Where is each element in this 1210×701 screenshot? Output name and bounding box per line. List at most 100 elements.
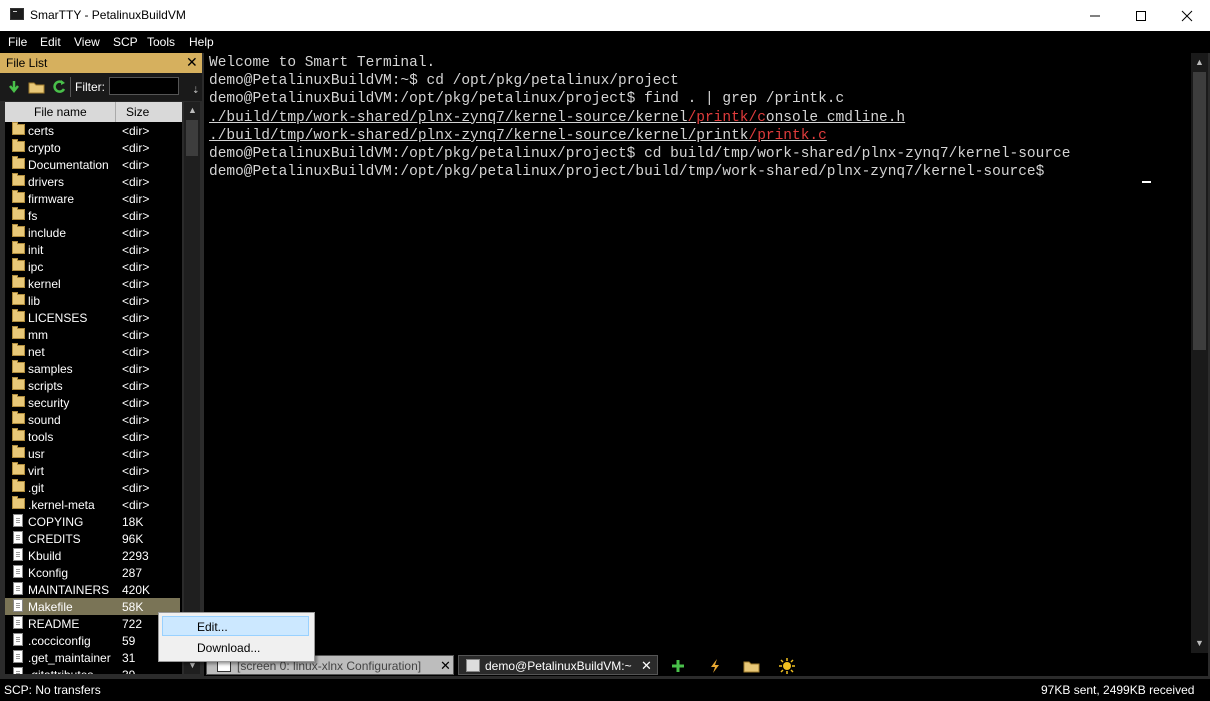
file-list-header: File List ✕ [0, 53, 202, 73]
menu-scp[interactable]: SCP [113, 35, 138, 49]
menu-edit[interactable]: Edit [40, 35, 61, 49]
tab-close-icon[interactable]: ✕ [641, 658, 652, 674]
scroll-down-icon[interactable]: ▼ [1195, 638, 1204, 648]
file-size: <dir> [122, 396, 150, 410]
context-menu-edit[interactable]: Edit... [162, 616, 309, 636]
file-list-row[interactable]: LICENSES <dir> [5, 309, 180, 326]
file-list-row[interactable]: crypto <dir> [5, 139, 180, 156]
scroll-up-icon[interactable]: ▲ [1195, 57, 1204, 67]
file-name: samples [28, 362, 73, 376]
folder-icon [743, 661, 760, 673]
terminal-scroll-thumb[interactable] [1193, 72, 1206, 350]
terminal-text: demo@PetalinuxBuildVM:/opt/pkg/petalinux… [209, 146, 1071, 162]
file-list-row[interactable]: tools <dir> [5, 428, 180, 445]
file-list-row[interactable]: lib <dir> [5, 292, 180, 309]
file-list-row[interactable]: init <dir> [5, 241, 180, 258]
match-highlight: /printk.c [748, 127, 827, 144]
file-list-row[interactable]: .cocciconfig 59 [5, 632, 180, 649]
new-tab-button[interactable] [669, 658, 687, 674]
tab-close-icon[interactable]: ✕ [440, 658, 451, 674]
terminal-app-icon[interactable] [10, 8, 24, 20]
file-list-row[interactable]: COPYING 18K [5, 513, 180, 530]
file-icon [13, 599, 23, 612]
refresh-icon[interactable] [52, 79, 66, 95]
file-list-row[interactable]: MAINTAINERS 420K [5, 581, 180, 598]
file-list-row[interactable]: include <dir> [5, 224, 180, 241]
file-list-row[interactable]: README 722 [5, 615, 180, 632]
open-folder-button[interactable] [743, 658, 761, 674]
filter-input[interactable] [109, 77, 179, 95]
scroll-up-icon[interactable]: ▲ [188, 105, 197, 115]
folder-icon [12, 343, 25, 356]
file-list-scrollbar[interactable]: ▲ ▼ [184, 102, 200, 674]
file-list-row[interactable]: sound <dir> [5, 411, 180, 428]
file-list-row[interactable]: virt <dir> [5, 462, 180, 479]
file-name: .gitattributes [28, 668, 93, 674]
file-list-close-icon[interactable]: ✕ [186, 54, 198, 71]
download-arrow-icon[interactable] [8, 80, 20, 94]
close-icon [1181, 10, 1193, 21]
file-list-row[interactable]: scripts <dir> [5, 377, 180, 394]
file-list-row[interactable]: security <dir> [5, 394, 180, 411]
file-list-row[interactable]: .get_maintainer 31 [5, 649, 180, 666]
file-list-row[interactable]: mm <dir> [5, 326, 180, 343]
folder-icon [12, 377, 25, 390]
file-list-row[interactable]: Kconfig 287 [5, 564, 180, 581]
file-list-row[interactable]: fs <dir> [5, 207, 180, 224]
file-list-row[interactable]: Kbuild 2293 [5, 547, 180, 564]
file-list-row[interactable]: .kernel-meta <dir> [5, 496, 180, 513]
file-list-row[interactable]: ipc <dir> [5, 258, 180, 275]
folder-icon [12, 445, 25, 458]
terminal-output[interactable]: Welcome to Smart Terminal. demo@Petalinux… [204, 53, 1191, 653]
open-folder-icon[interactable] [28, 80, 46, 94]
file-name: tools [28, 430, 54, 444]
file-size: <dir> [122, 124, 150, 138]
file-size: <dir> [122, 226, 150, 240]
file-size: <dir> [122, 379, 150, 393]
file-list-row[interactable]: .gitattributes 39 [5, 666, 180, 674]
file-list-row[interactable]: .git <dir> [5, 479, 180, 496]
file-size: <dir> [122, 430, 150, 444]
file-list-row[interactable]: CREDITS 96K [5, 530, 180, 547]
file-list-row[interactable]: firmware <dir> [5, 190, 180, 207]
file-icon [13, 633, 23, 646]
maximize-button[interactable] [1118, 0, 1164, 31]
minimize-button[interactable] [1072, 0, 1118, 31]
file-list-row[interactable]: usr <dir> [5, 445, 180, 462]
folder-icon [12, 309, 25, 322]
file-list-scroll-thumb[interactable] [186, 120, 198, 156]
filter-options-icon[interactable]: ⇣ [192, 85, 200, 96]
menu-file[interactable]: File [8, 35, 27, 49]
terminal-text: ./build/tmp/work-shared/plnx-zynq7/kerne… [209, 127, 749, 144]
file-list-row[interactable]: samples <dir> [5, 360, 180, 377]
terminal-line: demo@PetalinuxBuildVM:/opt/pkg/petalinux… [209, 146, 1070, 162]
column-divider[interactable] [115, 102, 116, 122]
file-list-row[interactable]: Makefile 58K [5, 598, 180, 615]
file-name: certs [28, 124, 55, 138]
file-name: README [28, 617, 80, 631]
tab-demo-home[interactable]: demo@PetalinuxBuildVM:~ ✕ [458, 655, 658, 675]
column-file-name[interactable]: File name [34, 105, 87, 119]
file-name: crypto [28, 141, 61, 155]
folder-icon [12, 275, 25, 288]
file-list-row[interactable]: certs <dir> [5, 122, 180, 139]
menu-bar [0, 31, 1210, 53]
menu-tools[interactable]: Tools [147, 35, 175, 49]
quick-connect-button[interactable] [706, 658, 724, 674]
context-menu-download[interactable]: Download... [162, 638, 309, 658]
file-size: 39 [122, 668, 135, 674]
menu-help[interactable]: Help [189, 35, 214, 49]
file-size: 18K [122, 515, 144, 529]
column-size[interactable]: Size [126, 105, 149, 119]
file-list-row[interactable]: Documentation <dir> [5, 156, 180, 173]
file-size: <dir> [122, 158, 150, 172]
menu-view[interactable]: View [74, 35, 100, 49]
file-list-row[interactable]: net <dir> [5, 343, 180, 360]
close-button[interactable] [1164, 0, 1210, 31]
file-list-toolbar: Filter: ⇣ [0, 73, 202, 101]
transfer-stats: 97KB sent, 2499KB received [1041, 683, 1195, 697]
context-menu: Edit... Download... [158, 612, 315, 662]
file-list-row[interactable]: kernel <dir> [5, 275, 180, 292]
settings-button[interactable] [778, 658, 796, 674]
file-list-row[interactable]: drivers <dir> [5, 173, 180, 190]
